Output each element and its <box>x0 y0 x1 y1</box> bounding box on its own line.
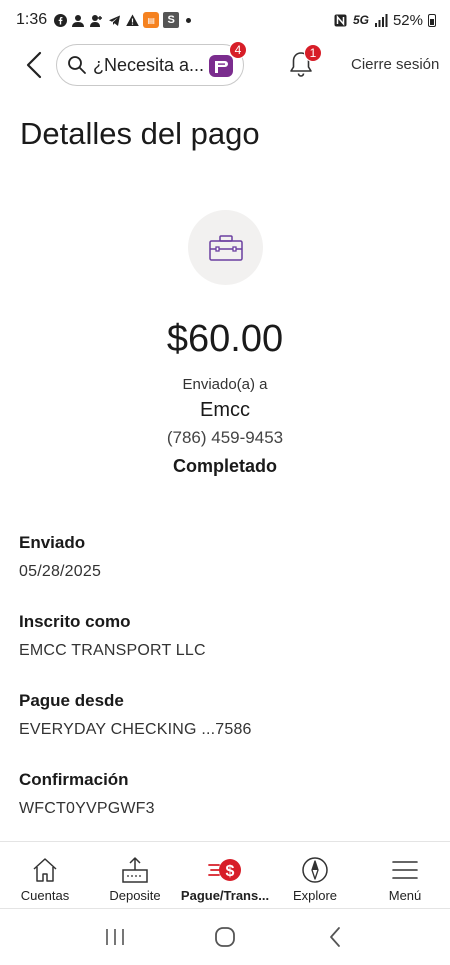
detail-label: Inscrito como <box>19 612 131 631</box>
system-nav-bar <box>0 909 450 965</box>
nfc-icon <box>334 13 348 27</box>
detail-enrolled-as: Inscrito como EMCC TRANSPORT LLC <box>19 612 206 660</box>
detail-pay-from: Pague desde EVERYDAY CHECKING ...7586 <box>19 691 252 739</box>
contact-icon <box>71 13 85 27</box>
search-input[interactable]: ¿Necesita a... 4 <box>56 41 247 86</box>
payment-icon-circle <box>188 210 263 285</box>
status-bar: 1:36 ▤ S 5G 52% <box>0 0 450 40</box>
assistant-button[interactable]: 4 <box>207 41 247 79</box>
recent-apps-button[interactable] <box>95 922 135 952</box>
detail-sent-date: Enviado 05/28/2025 <box>19 533 101 581</box>
battery-percent: 52% <box>392 11 423 29</box>
battery-icon <box>428 13 436 27</box>
payment-status: Completado <box>172 456 277 476</box>
deposit-icon <box>121 856 149 884</box>
nav-menu[interactable]: Menú <box>360 842 450 908</box>
home-icon <box>31 856 59 884</box>
more-notifications-dot-icon <box>186 17 192 23</box>
logout-link[interactable]: Cierre sesión <box>351 56 439 73</box>
detail-value: EVERYDAY CHECKING ...7586 <box>19 721 252 738</box>
detail-value: 05/28/2025 <box>19 563 102 580</box>
notifications-button[interactable]: 1 <box>288 44 322 80</box>
nav-label: Deposite <box>109 888 161 903</box>
detail-label: Confirmación <box>19 770 129 789</box>
sent-to-label: Enviado(a) a <box>182 376 268 393</box>
network-type: 5G <box>352 13 369 27</box>
detail-value: EMCC TRANSPORT LLC <box>19 642 206 659</box>
bottom-nav: Cuentas Deposite $ Pague/Trans... Explor… <box>0 841 450 909</box>
chevron-left-icon <box>330 927 340 947</box>
facebook-icon <box>53 13 67 27</box>
signal-icon <box>374 13 388 27</box>
detail-value: WFCT0YVPGWF3 <box>19 800 155 817</box>
notification-icons: ▤ S <box>53 12 192 28</box>
nav-label: Explore <box>292 888 338 903</box>
home-button[interactable] <box>205 922 245 952</box>
search-placeholder: ¿Necesita a... <box>93 54 203 75</box>
hamburger-menu-icon <box>391 856 419 884</box>
nav-deposit[interactable]: Deposite <box>90 842 180 908</box>
system-back-button[interactable] <box>315 922 355 952</box>
nav-label: Menú <box>388 888 422 903</box>
nav-accounts[interactable]: Cuentas <box>0 842 90 908</box>
contact-add-icon <box>89 13 103 27</box>
back-button[interactable] <box>20 49 48 81</box>
detail-confirmation: Confirmación WFCT0YVPGWF3 <box>19 770 155 818</box>
detail-label: Pague desde <box>19 691 124 710</box>
page-title: Detalles del pago <box>20 116 260 151</box>
nav-pay-transfer[interactable]: $ Pague/Trans... <box>180 842 270 908</box>
notification-badge: 1 <box>304 44 322 62</box>
nav-explore[interactable]: Explore <box>270 842 360 908</box>
top-header: ¿Necesita a... 4 1 Cierre sesión <box>0 41 450 88</box>
telegram-icon <box>107 13 121 27</box>
briefcase-icon <box>208 234 243 261</box>
compass-icon <box>301 856 329 884</box>
svg-text:$: $ <box>226 863 235 880</box>
recent-apps-icon <box>106 929 124 945</box>
payment-amount: $60.00 <box>166 318 284 360</box>
home-circle-icon <box>215 927 235 947</box>
status-time: 1:36 <box>16 11 48 28</box>
detail-label: Enviado <box>19 533 86 552</box>
chevron-left-icon <box>26 51 42 79</box>
pay-transfer-icon: $ <box>207 856 243 884</box>
recipient-name: Emcc <box>200 399 250 421</box>
app-s-icon: S <box>163 12 180 28</box>
nav-label: Pague/Trans... <box>180 888 270 903</box>
nav-label: Cuentas <box>20 888 70 903</box>
assistant-badge: 4 <box>229 41 247 59</box>
search-icon <box>68 56 86 74</box>
recipient-phone: (786) 459-9453 <box>166 428 284 447</box>
app-notification-icon: ▤ <box>143 12 160 28</box>
warning-icon <box>125 13 139 27</box>
